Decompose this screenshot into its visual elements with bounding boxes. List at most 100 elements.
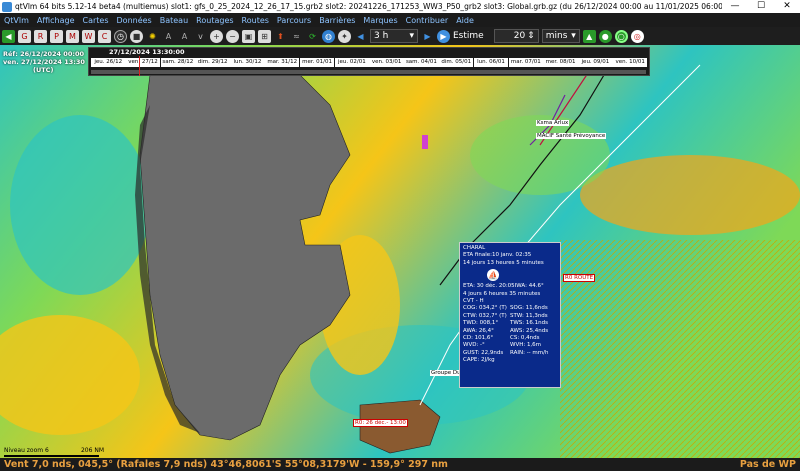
record-icon[interactable]: ○ (614, 29, 628, 43)
a-icon[interactable]: A (162, 29, 175, 43)
route-label[interactable]: R0 ROUTE (563, 274, 596, 282)
menu-marques[interactable]: Marques (359, 16, 401, 25)
app-icon (2, 1, 12, 12)
polar-icon[interactable]: ● (598, 29, 612, 43)
maximize-button[interactable]: ☐ (748, 0, 774, 13)
menu-affichage[interactable]: Affichage (33, 16, 79, 25)
timeline-day[interactable]: dim. 05/01 (438, 58, 474, 67)
estime-unit-select[interactable]: mins ▾ (541, 29, 580, 43)
zoom-level: Niveau zoom 6 (4, 447, 49, 454)
route-icon[interactable]: R (34, 29, 47, 43)
timeline-day[interactable]: ven. 03/01 (369, 58, 404, 67)
zoom-out-icon[interactable]: − (226, 29, 239, 43)
poi-icon[interactable]: P (50, 29, 63, 43)
zoom-fit-icon[interactable]: ▣ (242, 29, 255, 43)
scale-bar (4, 455, 99, 457)
close-button[interactable]: ✕ (774, 0, 800, 13)
play-forward-icon[interactable]: ▶ (421, 29, 434, 43)
comp-icon[interactable]: C (98, 29, 111, 43)
globe-icon[interactable]: ◍ (322, 29, 335, 43)
estime-play-icon[interactable]: ▶ (437, 29, 450, 43)
cape-value: CAPE: 2J/kg (463, 357, 495, 364)
boat-name: CHARAL (463, 245, 486, 251)
step-value: 3 h (374, 31, 389, 41)
eta-final: ETA finale:10 janv. 02:35 (463, 252, 532, 259)
bulb-icon[interactable]: ✺ (146, 29, 159, 43)
boat-label-group[interactable]: Groupe Du (430, 370, 462, 376)
chevron-down-icon: ▾ (571, 31, 576, 41)
ctw-value: CTW: 032,7° (T) (463, 312, 507, 319)
zoom-box-icon[interactable]: ⊞ (258, 29, 271, 43)
refresh-icon[interactable]: ⟳ (306, 29, 319, 43)
timeline-day[interactable]: lun. 30/12 (230, 58, 265, 67)
menu-routes[interactable]: Routes (238, 16, 273, 25)
timeline[interactable]: 27/12/2024 13:30:00 jeu. 26/12 ven. 27/1… (88, 47, 650, 76)
compass-icon[interactable]: ✦ (338, 29, 351, 43)
timeline-day[interactable]: ven. 27/12 (125, 58, 161, 67)
grib-icon[interactable]: G (18, 29, 31, 43)
ref-date: Réf: 26/12/2024 00:00 (3, 50, 84, 58)
menu-routages[interactable]: Routages (192, 16, 237, 25)
menu-parcours[interactable]: Parcours (273, 16, 315, 25)
estime-value: 20 (513, 31, 526, 41)
route-end-label[interactable]: R0: 26 déc.- 13:00 (353, 419, 408, 427)
gust-value: GUST: 22,9nds (463, 349, 504, 356)
lifebuoy-icon[interactable]: ◎ (630, 29, 644, 43)
menu-donnees[interactable]: Données (113, 16, 156, 25)
vog-icon[interactable]: v (194, 29, 207, 43)
timeline-marker[interactable] (139, 56, 140, 76)
timeline-day[interactable]: lun. 06/01 (473, 58, 509, 67)
wind-icon[interactable]: ≈ (290, 29, 303, 43)
boat-label-arlux[interactable]: Ksma Arlux (536, 120, 570, 126)
boat-icon: ⛵ (487, 269, 499, 282)
wvd-value: WVD: -° (463, 342, 485, 349)
menu-cartes[interactable]: Cartes (79, 16, 113, 25)
menu-bateau[interactable]: Bateau (156, 16, 192, 25)
back-arrow-icon[interactable]: ◀ (2, 29, 15, 43)
timeline-day[interactable]: sam. 04/01 (404, 58, 439, 67)
timeline-day[interactable]: sam. 28/12 (160, 58, 196, 67)
menu-aide[interactable]: Aide (452, 16, 478, 25)
minimize-button[interactable]: — (722, 0, 748, 13)
timeline-day[interactable]: jeu. 09/01 (578, 58, 613, 67)
menu-barrieres[interactable]: Barrières (315, 16, 359, 25)
timeline-day[interactable]: mer. 01/01 (299, 58, 335, 67)
boat-label-macif[interactable]: MACIF Santé Prévoyance (536, 133, 607, 139)
estime-input[interactable]: 20 ⇕ (493, 29, 539, 43)
menu-qtvlm[interactable]: QtVlm (0, 16, 33, 25)
timeline-days: jeu. 26/12 ven. 27/12 sam. 28/12 dim. 29… (91, 58, 648, 67)
wind-zone-mid (470, 115, 610, 195)
menu-contribuer[interactable]: Contribuer (402, 16, 453, 25)
waypoint-icon[interactable]: W (82, 29, 95, 43)
a13-icon[interactable]: A (178, 29, 191, 43)
scale-distance: 206 NM (80, 447, 104, 454)
timeline-day[interactable]: dim. 29/12 (195, 58, 230, 67)
zoom-in-icon[interactable]: + (210, 29, 223, 43)
ice-exclusion-zone (560, 240, 800, 458)
aws-value: AWS: 25,4nds (510, 327, 549, 334)
timeline-day[interactable]: ven. 10/01 (612, 58, 648, 67)
weather-map[interactable]: Ksma Arlux MACIF Santé Prévoyance Groupe… (0, 45, 800, 458)
alarm-icon[interactable]: ▲ (582, 29, 596, 43)
timeline-day[interactable]: mar. 31/12 (264, 58, 300, 67)
magenta-marker[interactable] (422, 135, 428, 149)
boat-arrow-icon[interactable]: ⬆ (274, 29, 287, 43)
status-waypoint: Pas de WP (739, 459, 796, 470)
cd-value: CD: 101,6° (463, 335, 494, 342)
step-select[interactable]: 3 h ▾ (370, 29, 418, 43)
position-mode: CVT - H (463, 298, 484, 305)
utc-label: (UTC) (33, 66, 54, 74)
tws-value: TWS: 16.1nds (510, 320, 548, 327)
timeline-day[interactable]: jeu. 26/12 (91, 58, 126, 67)
marks-icon[interactable]: M (66, 29, 79, 43)
clock-icon[interactable]: ◷ (114, 29, 127, 43)
timeline-day[interactable]: mer. 08/01 (543, 58, 578, 67)
play-back-icon[interactable]: ◀ (354, 29, 367, 43)
map-canvas[interactable] (0, 45, 800, 458)
estime-unit-value: mins (545, 31, 568, 41)
stop-icon[interactable]: ■ (130, 29, 143, 43)
current-date: ven. 27/12/2024 13:30 (3, 58, 85, 66)
timeline-slider[interactable] (91, 70, 646, 74)
timeline-day[interactable]: mar. 07/01 (508, 58, 544, 67)
timeline-day[interactable]: jeu. 02/01 (334, 58, 370, 67)
